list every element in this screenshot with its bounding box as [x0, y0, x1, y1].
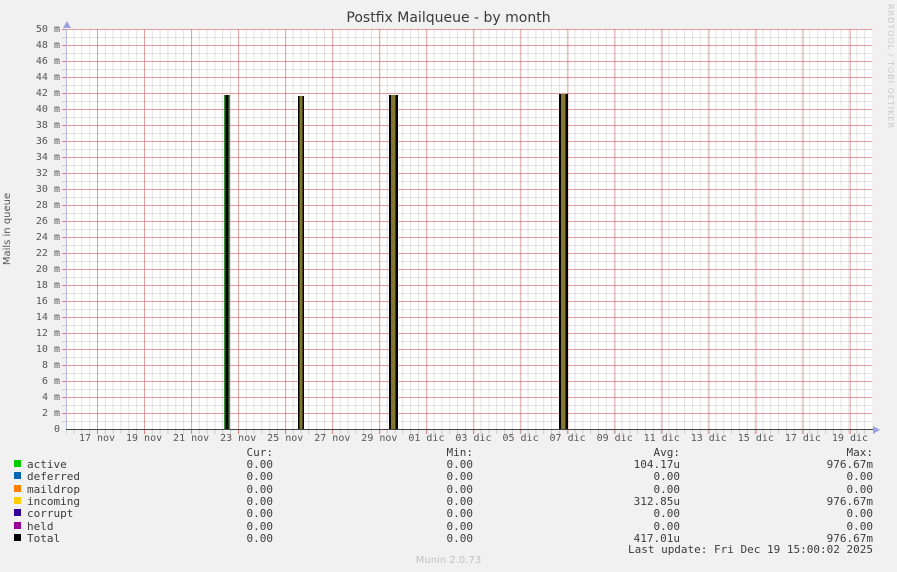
legend-value-maildrop-cur: 0.00	[246, 482, 274, 496]
legend-value-held-max: 0.00	[846, 519, 874, 533]
legend-value-corrupt-cur: 0.00	[246, 507, 274, 521]
legend-value-incoming-avg: 312.85u	[633, 494, 680, 508]
y-tick-label: 44 m	[35, 72, 60, 83]
legend-value-maildrop-min: 0.00	[446, 482, 474, 496]
y-tick-label: 30 m	[35, 184, 60, 195]
legend-value-held-cur: 0.00	[246, 519, 274, 533]
chart-title: Postfix Mailqueue - by month	[346, 10, 551, 26]
munin-version: Munin 2.0.73	[415, 555, 482, 566]
y-tick-label: 28 m	[35, 200, 60, 211]
legend-swatch-incoming	[14, 496, 21, 504]
legend-label-held: held	[27, 519, 54, 533]
y-tick-label: 14 m	[35, 312, 60, 323]
legend-value-active-min: 0.00	[446, 458, 474, 471]
y-tick-label: 50 m	[35, 24, 60, 35]
legend-value-corrupt-min: 0.00	[446, 507, 474, 521]
y-tick-label: 10 m	[35, 344, 60, 355]
legend-swatch-corrupt	[14, 509, 21, 517]
y-tick-label: 38 m	[35, 120, 60, 131]
munin-graph: Postfix Mailqueue - by month Mails in qu…	[0, 0, 897, 572]
y-axis-arrow-icon	[63, 21, 71, 28]
legend-swatch-maildrop	[14, 484, 21, 492]
legend-value-held-min: 0.00	[446, 519, 474, 533]
y-tick-label: 48 m	[35, 40, 60, 51]
y-tick-label: 26 m	[35, 216, 60, 227]
legend-value-deferred-avg: 0.00	[653, 470, 681, 484]
legend-swatch-deferred	[14, 472, 21, 480]
legend-value-corrupt-max: 0.00	[846, 507, 874, 521]
legend-swatch-active	[14, 460, 21, 467]
legend-value-deferred-min: 0.00	[446, 470, 474, 484]
y-axis-line	[66, 29, 67, 429]
y-tick-label: 2 m	[41, 408, 60, 419]
legend-label-incoming: incoming	[27, 494, 80, 508]
data-spike	[298, 96, 305, 429]
y-tick-label: 6 m	[41, 376, 60, 387]
y-axis-label: Mails in queue	[2, 192, 13, 266]
y-tick-label: 40 m	[35, 104, 60, 115]
y-tick-label: 24 m	[35, 232, 60, 243]
legend-label-corrupt: corrupt	[27, 507, 74, 521]
legend-value-corrupt-avg: 0.00	[653, 507, 681, 521]
legend-value-held-avg: 0.00	[653, 519, 681, 533]
y-tick-label: 0	[53, 424, 60, 435]
data-spike	[224, 94, 231, 429]
legend-swatch-total	[14, 533, 21, 541]
y-axis-ticks	[62, 29, 66, 429]
legend-label-maildrop: maildrop	[27, 482, 80, 496]
legend-value-active-cur: 0.00	[246, 458, 274, 471]
legend-value-active-max: 976.67m	[826, 458, 873, 471]
data-spike	[388, 94, 398, 429]
y-tick-label: 12 m	[35, 328, 60, 339]
plot-area	[66, 29, 872, 429]
y-tick-label: 18 m	[35, 280, 60, 291]
legend-value-total-min: 0.00	[446, 531, 474, 545]
y-tick-label: 4 m	[41, 392, 60, 403]
legend-value-deferred-max: 0.00	[846, 470, 874, 484]
legend-label-total: Total	[27, 531, 61, 545]
legend-label-active: active	[27, 458, 67, 471]
y-tick-label: 20 m	[35, 264, 60, 275]
y-tick-label: 36 m	[35, 136, 60, 147]
y-tick-label: 34 m	[35, 152, 60, 163]
x-tick-label: 19 dic	[831, 433, 869, 444]
legend-swatch-held	[14, 521, 21, 529]
legend-value-incoming-min: 0.00	[446, 494, 474, 508]
legend-label-deferred: deferred	[27, 470, 80, 484]
legend-value-active-avg: 104.17u	[633, 458, 680, 471]
y-tick-label: 42 m	[35, 88, 60, 99]
y-tick-label: 32 m	[35, 168, 60, 179]
legend-value-maildrop-max: 0.00	[846, 482, 874, 496]
legend-value-maildrop-avg: 0.00	[653, 482, 681, 496]
legend-value-deferred-cur: 0.00	[246, 470, 274, 484]
legend-value-incoming-max: 976.67m	[826, 494, 873, 508]
data-spike	[558, 93, 568, 429]
legend-value-total-cur: 0.00	[246, 531, 274, 545]
legend: Cur: Min: Avg: Max: active 0.00 0.00 104.17u 976…	[0, 444, 897, 545]
y-tick-label: 46 m	[35, 56, 60, 67]
y-tick-label: 8 m	[41, 360, 60, 371]
y-tick-label: 22 m	[35, 248, 60, 259]
rrdtool-watermark: RRDTOOL / TOBI OETIKER	[886, 4, 895, 130]
legend-value-incoming-cur: 0.00	[246, 494, 274, 508]
y-tick-label: 16 m	[35, 296, 60, 307]
